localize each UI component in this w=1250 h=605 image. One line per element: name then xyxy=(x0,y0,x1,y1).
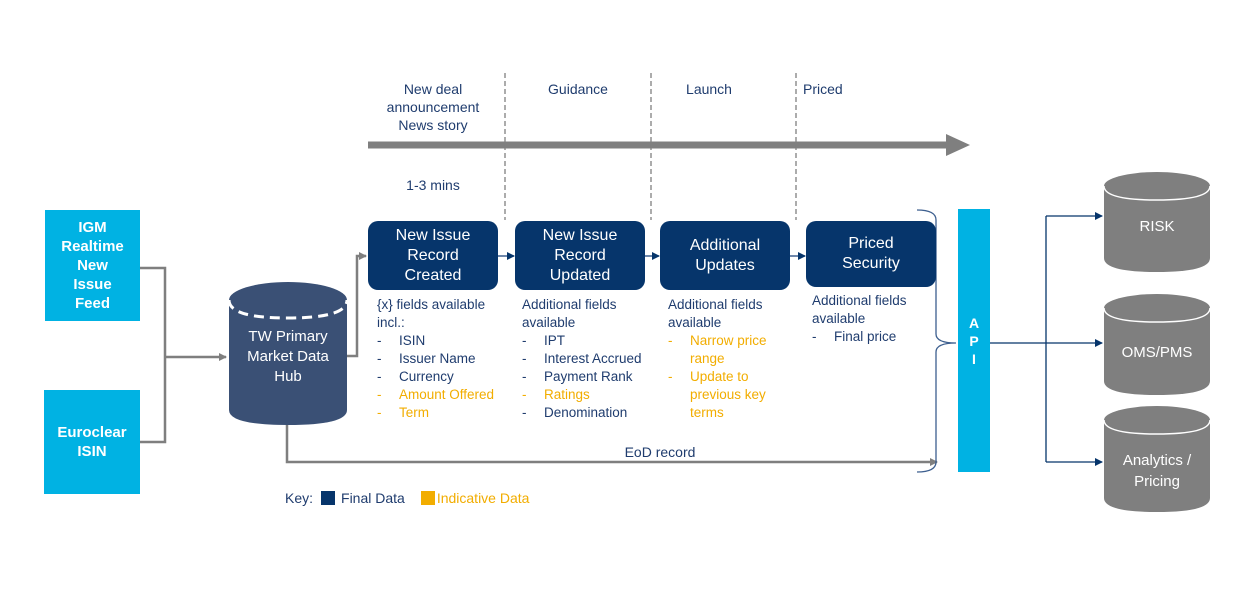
field-item: - ISIN xyxy=(377,333,426,348)
fields-intro: {x} fields available incl.: xyxy=(377,297,486,330)
stage-guidance: Guidance xyxy=(548,81,608,97)
latency-label: 1-3 mins xyxy=(406,177,460,193)
igm-to-hub-line xyxy=(140,266,167,355)
step-title: Additional Updates xyxy=(689,236,761,274)
api-letter: I xyxy=(972,350,976,367)
field-text: Narrow price range xyxy=(690,333,767,366)
step-new-issue-record-created: New Issue Record Created xyxy=(368,221,498,290)
field-text: Payment Rank xyxy=(544,369,633,384)
field-text: ISIN xyxy=(399,333,426,348)
field-text: IPT xyxy=(544,333,566,348)
step-title: Priced Security xyxy=(842,235,900,272)
hub-to-step-arrow xyxy=(347,252,367,358)
step-fields-updated: Additional fields available - IPT - Intere… xyxy=(522,296,657,422)
eod-record-label: EoD record xyxy=(624,444,696,460)
api-letter: P xyxy=(969,332,979,349)
step-title: New Issue Record Created xyxy=(395,226,471,284)
stage-launch: Launch xyxy=(686,81,732,97)
euroclear-to-hub-line xyxy=(140,355,167,444)
target-risk-label: RISK xyxy=(1139,218,1175,235)
api-bar: A P I xyxy=(958,209,990,472)
step-title: New Issue Record Updated xyxy=(542,226,618,284)
target-analytics-pricing-label: Analytics / Pricing xyxy=(1122,452,1192,490)
hub-label: TW Primary Market Data Hub xyxy=(247,328,329,385)
field-item: - IPT xyxy=(522,333,566,348)
field-text: Interest Accrued xyxy=(544,351,642,366)
step-priced-security: Priced Security xyxy=(806,221,936,287)
timeline-arrowhead xyxy=(946,134,970,156)
legend-final-swatch xyxy=(321,491,336,505)
legend-indicative-swatch xyxy=(420,491,435,505)
api-letter: A xyxy=(968,314,980,331)
field-item: - Narrow price range xyxy=(668,332,786,368)
field-text: Issuer Name xyxy=(399,351,476,366)
field-text: Ratings xyxy=(544,387,590,402)
target-oms-pms-label: OMS/PMS xyxy=(1121,344,1193,361)
source-igm-realtime-feed: IGM Realtime New Issue Feed xyxy=(45,210,140,321)
field-item: - Currency xyxy=(377,369,454,384)
field-item: - Final price xyxy=(812,329,897,344)
field-text: Amount Offered xyxy=(399,387,495,402)
source-euroclear-isin: Euroclear ISIN xyxy=(44,390,140,494)
legend-final-label: Final Data xyxy=(341,490,405,506)
field-item: - Interest Accrued xyxy=(522,351,642,366)
source-label: Euroclear ISIN xyxy=(57,424,127,460)
field-item: - Amount Offered xyxy=(377,387,495,402)
legend-title: Key: xyxy=(285,490,314,506)
step-additional-updates: Additional Updates xyxy=(660,221,790,290)
stage-new-deal: New deal announcement News story xyxy=(386,81,480,133)
field-item: - Issuer Name xyxy=(377,351,476,366)
step-fields-created: {x} fields available incl.: - ISIN - Issue… xyxy=(377,296,507,422)
step-fields-additional: Additional fields available - Narrow pric… xyxy=(668,296,786,422)
source-label: IGM Realtime New Issue Feed xyxy=(61,219,124,312)
field-item: - Term xyxy=(377,405,429,420)
field-text: Currency xyxy=(399,369,454,384)
field-text: Final price xyxy=(834,329,897,344)
step-new-issue-record-updated: New Issue Record Updated xyxy=(515,221,645,290)
field-text: Update to previous key terms xyxy=(690,369,766,420)
legend-indicative-label: Indicative Data xyxy=(436,490,530,506)
field-item: - Payment Rank xyxy=(522,369,633,384)
fields-intro: Additional fields available xyxy=(812,293,907,326)
field-text: Denomination xyxy=(544,405,628,420)
legend: Key: Final Data Indicative Data xyxy=(285,490,529,506)
field-text: Term xyxy=(399,405,429,420)
fields-intro: Additional fields available xyxy=(668,297,763,330)
field-item: - Denomination xyxy=(522,405,628,420)
fields-intro: Additional fields available xyxy=(522,297,617,330)
stage-priced: Priced xyxy=(803,81,843,97)
step-fields-priced: Additional fields available - Final price xyxy=(812,292,930,346)
field-item: - Update to previous key terms xyxy=(668,368,786,422)
field-item: - Ratings xyxy=(522,387,590,402)
